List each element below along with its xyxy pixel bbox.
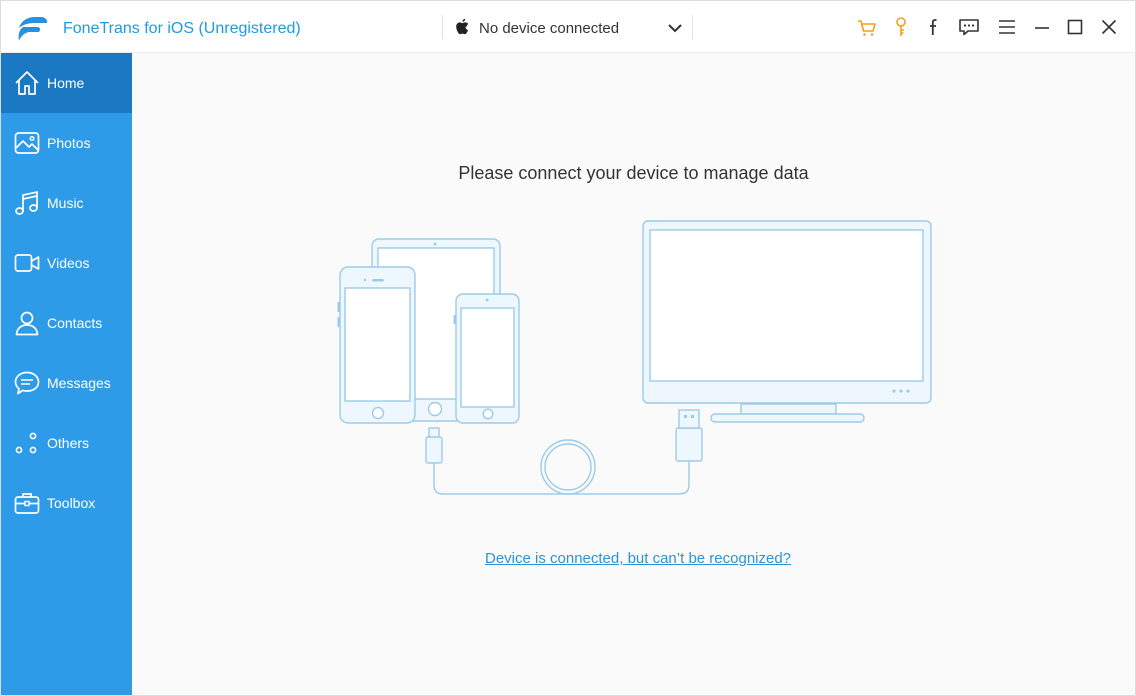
device-selector[interactable]: No device connected (449, 13, 691, 43)
title-divider-left (442, 15, 443, 39)
main-content: Please connect your device to manage dat… (132, 53, 1135, 695)
sidebar-item-photos[interactable]: Photos (1, 113, 132, 173)
sidebar-item-label: Toolbox (47, 495, 96, 511)
cart-icon[interactable] (855, 15, 879, 39)
device-not-recognized-link[interactable]: Device is connected, but can’t be recogn… (485, 550, 791, 567)
phone-right-illustration (453, 293, 520, 424)
menu-icon[interactable] (995, 15, 1019, 39)
photos-icon (14, 132, 40, 154)
sidebar-item-home[interactable]: Home (1, 53, 132, 113)
contacts-icon (15, 311, 39, 336)
key-icon[interactable] (889, 15, 913, 39)
device-connection-illustration (337, 220, 932, 495)
title-divider-right (692, 15, 693, 39)
sidebar-item-label: Photos (47, 135, 91, 151)
close-icon[interactable] (1097, 15, 1121, 39)
sidebar-item-music[interactable]: Music (1, 173, 132, 233)
videos-icon (14, 254, 40, 272)
sidebar-item-label: Messages (47, 375, 111, 391)
sidebar-item-videos[interactable]: Videos (1, 233, 132, 293)
app-window: FoneTrans for iOS (Unregistered) No devi… (0, 0, 1136, 696)
feedback-icon[interactable] (957, 15, 981, 39)
apple-icon (456, 18, 469, 35)
app-title: FoneTrans for iOS (Unregistered) (63, 20, 301, 37)
sidebar-item-contacts[interactable]: Contacts (1, 293, 132, 353)
sidebar-item-others[interactable]: Others (1, 413, 132, 473)
sidebar-item-toolbox[interactable]: Toolbox (1, 473, 132, 533)
title-bar: FoneTrans for iOS (Unregistered) No devi… (1, 1, 1135, 53)
fonetrans-logo-icon (18, 17, 48, 41)
sidebar-item-messages[interactable]: Messages (1, 353, 132, 413)
others-icon (15, 432, 37, 454)
maximize-icon[interactable] (1063, 15, 1087, 39)
device-selector-value: No device connected (479, 20, 620, 37)
minimize-icon[interactable] (1030, 15, 1054, 39)
phone-left-illustration (337, 266, 416, 424)
page-headline: Please connect your device to manage dat… (458, 163, 809, 183)
music-icon (15, 190, 38, 215)
toolbox-icon (14, 493, 40, 514)
facebook-icon[interactable] (922, 15, 946, 39)
messages-icon (14, 371, 40, 395)
sidebar: Home Photos Music Videos Contacts Messag… (1, 53, 132, 695)
sidebar-item-label: Others (47, 435, 90, 451)
home-icon (15, 71, 39, 95)
sidebar-item-label: Contacts (47, 315, 103, 331)
sidebar-item-label: Music (47, 195, 84, 211)
chevron-down-icon[interactable] (667, 23, 683, 33)
sidebar-item-label: Home (47, 75, 85, 91)
sidebar-item-label: Videos (47, 255, 90, 271)
monitor-illustration (642, 220, 932, 423)
